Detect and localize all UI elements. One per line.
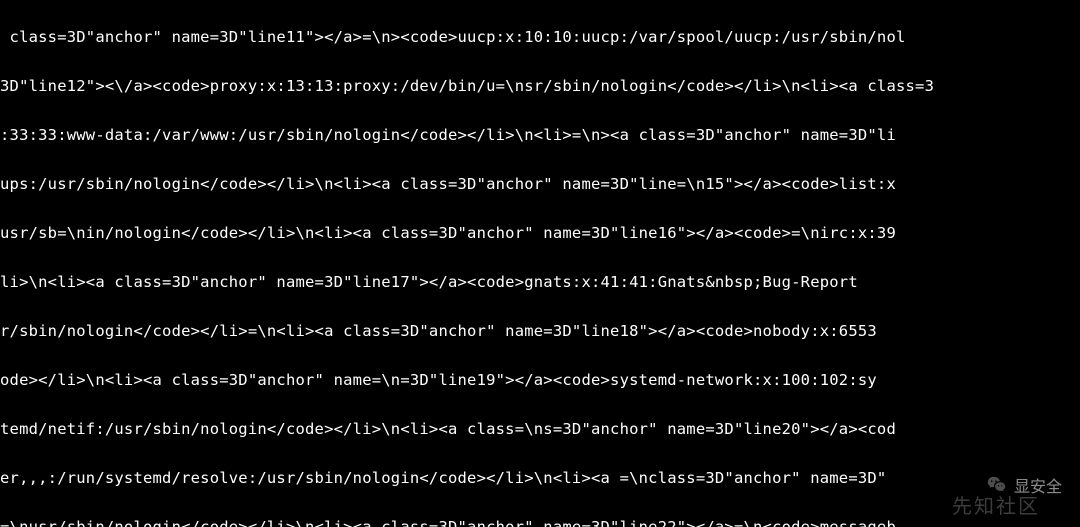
terminal-line: 3D"line12"><\/a><code>proxy:x:13:13:prox…: [0, 74, 1080, 99]
terminal-line: ups:/usr/sbin/nologin</code></li>\n<li><…: [0, 172, 1080, 197]
terminal-line: class=3D"anchor" name=3D"line11"></a>=\n…: [0, 25, 1080, 50]
terminal-line: =\nusr/sbin/nologin</code></li>\n<li><a …: [0, 515, 1080, 527]
terminal-line: r/sbin/nologin</code></li>=\n<li><a clas…: [0, 319, 1080, 344]
terminal-line: er,,,:/run/systemd/resolve:/usr/sbin/nol…: [0, 466, 1080, 491]
terminal-output: class=3D"anchor" name=3D"line11"></a>=\n…: [0, 0, 1080, 527]
terminal-line: :33:33:www-data:/var/www:/usr/sbin/nolog…: [0, 123, 1080, 148]
terminal-line: temd/netif:/usr/sbin/nologin</code></li>…: [0, 417, 1080, 442]
terminal-line: ode></li>\n<li><a class=3D"anchor" name=…: [0, 368, 1080, 393]
terminal-line: li>\n<li><a class=3D"anchor" name=3D"lin…: [0, 270, 1080, 295]
terminal-line: usr/sb=\nin/nologin</code></li>\n<li><a …: [0, 221, 1080, 246]
